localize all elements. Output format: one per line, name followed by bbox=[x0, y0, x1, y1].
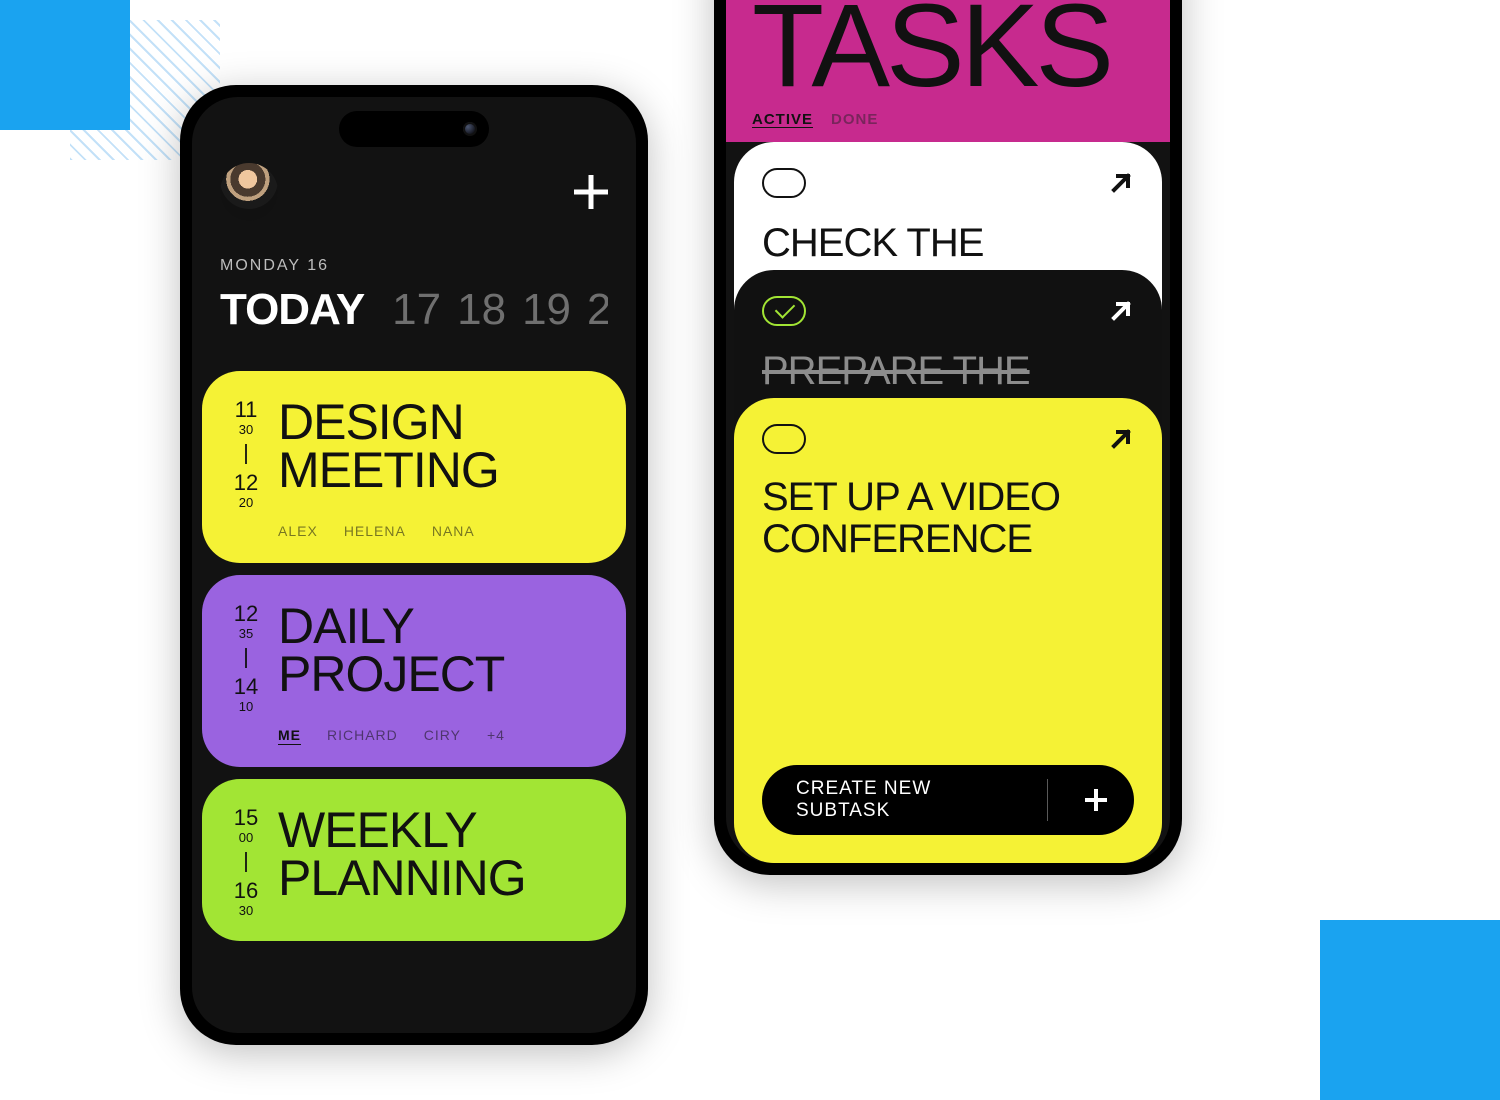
button-divider bbox=[1047, 779, 1048, 821]
start-min: 35 bbox=[239, 627, 253, 640]
tasks-title: TASKS bbox=[752, 0, 1144, 105]
event-title-line1: DAILY bbox=[278, 603, 600, 651]
event-title-line1: WEEKLY bbox=[278, 807, 600, 855]
create-subtask-button[interactable]: CREATE NEW SUBTASK bbox=[762, 765, 1134, 835]
event-card-design-meeting[interactable]: 11 30 12 20 DESIGN MEETING ALEX HELENA N… bbox=[202, 371, 626, 563]
end-hour: 16 bbox=[234, 880, 258, 902]
event-title-line2: PLANNING bbox=[278, 855, 600, 903]
person-more: +4 bbox=[487, 727, 505, 743]
event-people: ME RICHARD CIRY +4 bbox=[278, 727, 600, 743]
task-title: SET UP A VIDEO CONFERENCE bbox=[762, 476, 1134, 560]
event-card-daily-project[interactable]: 12 35 14 10 DAILY PROJECT ME RICHARD CIR… bbox=[202, 575, 626, 767]
task-checkbox-checked[interactable] bbox=[762, 296, 806, 326]
time-separator bbox=[245, 852, 247, 872]
event-people: ALEX HELENA NANA bbox=[278, 523, 600, 539]
task-checkbox[interactable] bbox=[762, 168, 806, 198]
start-hour: 11 bbox=[235, 399, 258, 421]
screen-tasks: 2/15 TASKS ACTIVE DONE bbox=[726, 0, 1170, 863]
screen-calendar: MONDAY 16 TODAY 17 18 19 2 11 30 bbox=[192, 97, 636, 1033]
start-min: 30 bbox=[239, 423, 253, 436]
task-card-video-conference[interactable]: SET UP A VIDEO CONFERENCE CREATE NEW SUB… bbox=[734, 398, 1162, 863]
event-title-line1: DESIGN bbox=[278, 399, 600, 447]
person: ALEX bbox=[278, 523, 318, 539]
camera-dot bbox=[463, 122, 477, 136]
time-separator bbox=[245, 648, 247, 668]
end-min: 20 bbox=[239, 496, 253, 509]
person: NANA bbox=[432, 523, 475, 539]
event-card-weekly-planning[interactable]: 15 00 16 30 WEEKLY PLANNING bbox=[202, 779, 626, 941]
event-time: 11 30 12 20 bbox=[224, 399, 268, 509]
person: RICHARD bbox=[327, 727, 398, 743]
date-20-partial[interactable]: 2 bbox=[587, 285, 608, 335]
task-title: PREPARE THE bbox=[762, 350, 1134, 392]
start-hour: 12 bbox=[234, 603, 258, 625]
task-title: CHECK THE bbox=[762, 222, 1134, 264]
tasks-tabs: ACTIVE DONE bbox=[752, 111, 1144, 128]
phone-frame-tasks: 2/15 TASKS ACTIVE DONE bbox=[714, 0, 1182, 875]
time-separator bbox=[245, 444, 247, 464]
plus-icon bbox=[1066, 789, 1126, 811]
task-title-line1: SET UP A VIDEO bbox=[762, 476, 1134, 518]
date-17[interactable]: 17 bbox=[392, 285, 441, 335]
task-checkbox[interactable] bbox=[762, 424, 806, 454]
tasks-header: 2/15 TASKS ACTIVE DONE bbox=[726, 0, 1170, 142]
tab-done[interactable]: DONE bbox=[831, 111, 878, 128]
event-title: DESIGN MEETING bbox=[278, 399, 600, 509]
end-hour: 14 bbox=[234, 676, 258, 698]
phone-frame-calendar: MONDAY 16 TODAY 17 18 19 2 11 30 bbox=[180, 85, 648, 1045]
open-task-icon[interactable] bbox=[1108, 170, 1134, 196]
event-title: WEEKLY PLANNING bbox=[278, 807, 600, 917]
date-label: MONDAY 16 bbox=[220, 257, 608, 275]
end-min: 30 bbox=[239, 904, 253, 917]
date-18[interactable]: 18 bbox=[457, 285, 506, 335]
tab-active[interactable]: ACTIVE bbox=[752, 111, 813, 128]
create-subtask-label: CREATE NEW SUBTASK bbox=[796, 778, 1029, 822]
task-title-line2: CONFERENCE bbox=[762, 518, 1134, 560]
end-min: 10 bbox=[239, 700, 253, 713]
open-task-icon[interactable] bbox=[1108, 298, 1134, 324]
date-today[interactable]: TODAY bbox=[220, 285, 364, 335]
end-hour: 12 bbox=[234, 472, 258, 494]
start-hour: 15 bbox=[234, 807, 258, 829]
event-time: 12 35 14 10 bbox=[224, 603, 268, 713]
open-task-icon[interactable] bbox=[1108, 426, 1134, 452]
add-event-button[interactable] bbox=[574, 175, 608, 209]
event-title-line2: PROJECT bbox=[278, 651, 600, 699]
task-stack: CHECK THE PREPARE THE bbox=[726, 142, 1170, 863]
date-19[interactable]: 19 bbox=[522, 285, 571, 335]
start-min: 00 bbox=[239, 831, 253, 844]
phone-notch bbox=[339, 111, 489, 147]
person: HELENA bbox=[344, 523, 406, 539]
event-title: DAILY PROJECT bbox=[278, 603, 600, 713]
avatar[interactable] bbox=[220, 163, 278, 221]
event-time: 15 00 16 30 bbox=[224, 807, 268, 917]
person-me: ME bbox=[278, 727, 301, 743]
person: CIRY bbox=[424, 727, 461, 743]
event-title-line2: MEETING bbox=[278, 447, 600, 495]
date-nav[interactable]: TODAY 17 18 19 2 bbox=[220, 285, 608, 335]
